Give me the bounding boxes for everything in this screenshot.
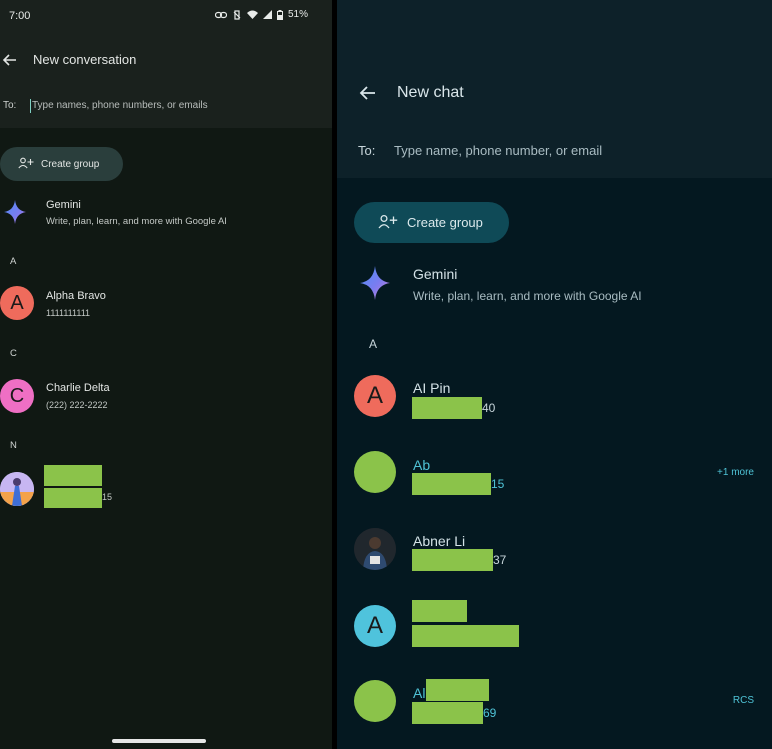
create-group-button[interactable]: Create group bbox=[354, 202, 509, 243]
gemini-contact-name[interactable]: Gemini bbox=[46, 199, 81, 211]
redacted-number bbox=[412, 625, 519, 647]
wifi-icon bbox=[246, 10, 258, 19]
number-suffix: 37 bbox=[493, 553, 507, 567]
status-time: 7:00 bbox=[9, 10, 31, 22]
redacted-name bbox=[426, 679, 489, 701]
contact-number: (222) 222-2222 bbox=[46, 400, 108, 410]
contact-name[interactable]: Abner Li bbox=[413, 533, 465, 549]
contact-number: 1111111111 bbox=[46, 308, 91, 318]
create-group-label: Create group bbox=[41, 158, 100, 170]
create-group-label: Create group bbox=[407, 215, 483, 230]
status-bar: 7:00 51% bbox=[0, 0, 332, 32]
contact-avatar[interactable]: A bbox=[0, 286, 34, 320]
back-arrow-icon[interactable] bbox=[0, 50, 20, 70]
page-title: New chat bbox=[397, 84, 464, 101]
more-numbers-badge: +1 more bbox=[717, 467, 754, 478]
contact-avatar[interactable]: A bbox=[354, 605, 396, 647]
recipient-input[interactable] bbox=[394, 143, 754, 158]
number-suffix: 40 bbox=[482, 401, 496, 415]
page-title: New conversation bbox=[33, 52, 137, 67]
redacted-number bbox=[412, 549, 493, 571]
battery-icon bbox=[276, 9, 283, 20]
link-icon bbox=[214, 11, 227, 19]
redacted-number bbox=[412, 397, 482, 419]
contact-avatar[interactable]: A bbox=[354, 375, 396, 417]
photo-avatar-icon[interactable] bbox=[0, 472, 34, 506]
gemini-sparkle-icon[interactable] bbox=[4, 200, 26, 224]
status-icons: 51% bbox=[214, 9, 308, 20]
back-arrow-icon[interactable] bbox=[357, 82, 379, 104]
gesture-nav-handle[interactable] bbox=[112, 739, 206, 743]
to-label: To: bbox=[358, 143, 376, 158]
section-header-n: N bbox=[10, 440, 17, 451]
redacted-name bbox=[44, 465, 102, 486]
contact-name[interactable]: Ab bbox=[413, 457, 430, 473]
gemini-sparkle-icon[interactable] bbox=[360, 266, 390, 300]
rcs-badge: RCS bbox=[732, 695, 754, 706]
signal-icon bbox=[262, 10, 272, 19]
text-cursor bbox=[30, 99, 31, 113]
number-suffix: 69 bbox=[483, 706, 497, 720]
section-header-a: A bbox=[369, 337, 378, 351]
vibrate-off-icon bbox=[232, 9, 242, 20]
redacted-number bbox=[44, 488, 102, 508]
gemini-contact-name[interactable]: Gemini bbox=[413, 266, 457, 282]
add-group-icon bbox=[378, 214, 398, 232]
contact-name[interactable]: Charlie Delta bbox=[46, 382, 110, 394]
section-header-a: A bbox=[10, 256, 17, 267]
gemini-description: Write, plan, learn, and more with Google… bbox=[413, 289, 642, 303]
section-header-c: C bbox=[10, 348, 17, 359]
to-label: To: bbox=[3, 100, 17, 111]
redacted-number bbox=[412, 702, 483, 724]
redacted-name bbox=[412, 600, 467, 622]
create-group-button[interactable]: Create group bbox=[0, 147, 123, 181]
redacted-number bbox=[412, 473, 491, 495]
contact-avatar[interactable]: C bbox=[0, 379, 34, 413]
recipient-input[interactable] bbox=[32, 100, 322, 111]
contact-name[interactable]: Alpha Bravo bbox=[46, 290, 106, 302]
add-group-icon bbox=[18, 157, 34, 172]
right-screen: New chat To: Create group Gemini Write, … bbox=[337, 0, 772, 749]
contact-name[interactable]: Al bbox=[413, 685, 425, 701]
photo-avatar-icon[interactable] bbox=[354, 528, 396, 570]
contact-avatar[interactable] bbox=[354, 451, 396, 493]
number-suffix: 15 bbox=[491, 477, 505, 491]
contact-avatar[interactable] bbox=[354, 680, 396, 722]
battery-percent: 51% bbox=[287, 9, 308, 20]
number-suffix: 15 bbox=[102, 492, 113, 502]
left-screen: 7:00 51% New conversation To: Type names… bbox=[0, 0, 332, 749]
contact-name[interactable]: AI Pin bbox=[413, 380, 450, 396]
gemini-description: Write, plan, learn, and more with Google… bbox=[46, 216, 227, 227]
